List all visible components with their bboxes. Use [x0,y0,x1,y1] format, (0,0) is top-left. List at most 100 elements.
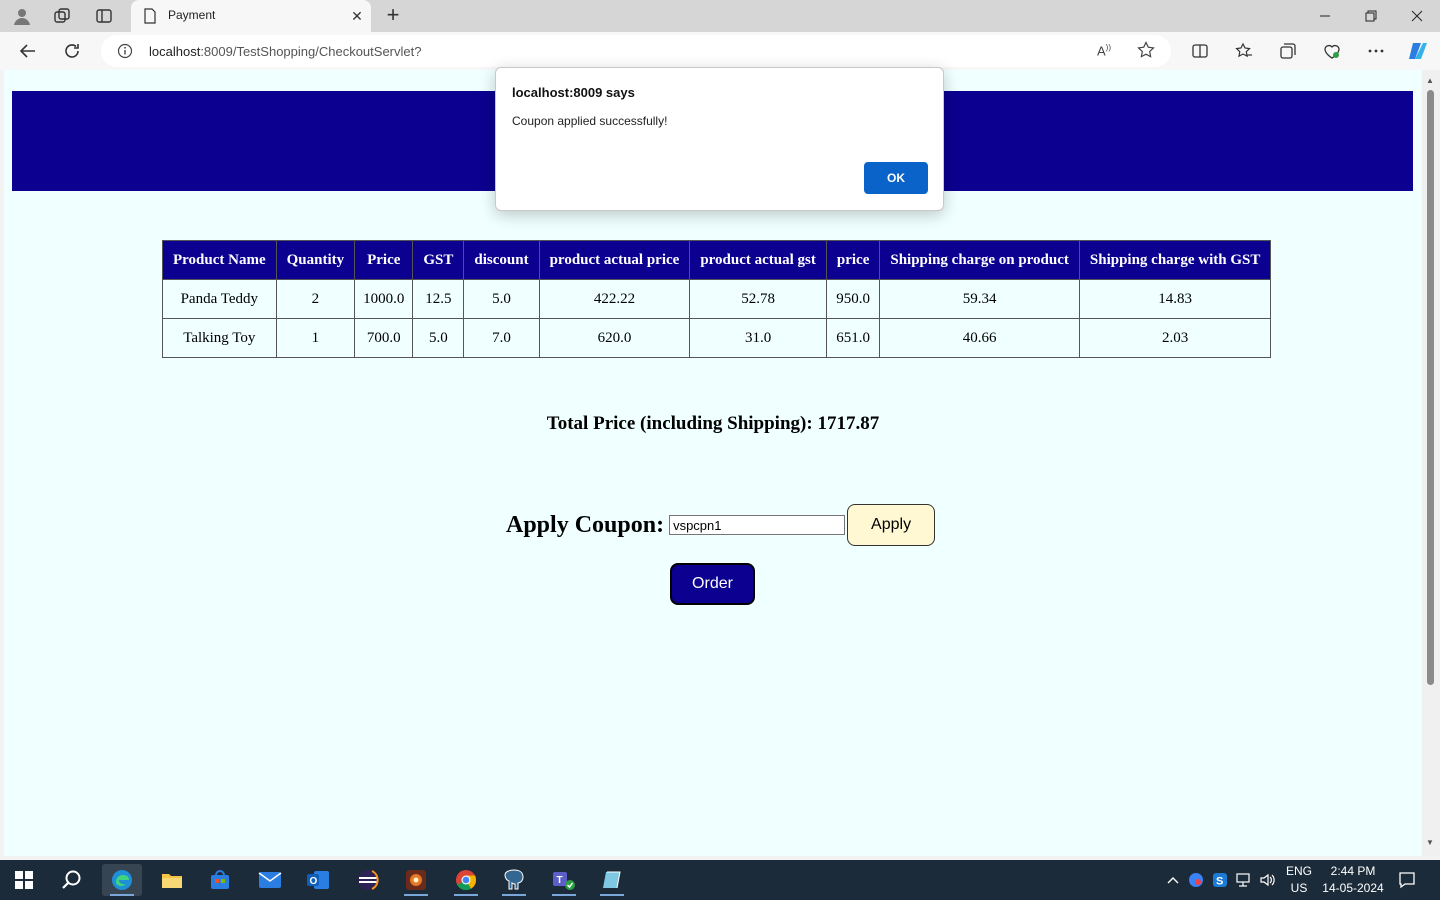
coupon-input[interactable] [669,515,846,535]
browser-title-bar: Payment ✕ + [0,0,1440,32]
tab-payment[interactable]: Payment ✕ [131,0,371,32]
windows-taskbar: O T S ENG US 2:44 PM 14-05-2024 [0,860,1440,900]
apply-coupon-button[interactable]: Apply [847,504,936,546]
outlook-icon[interactable]: O [298,864,338,896]
tab-actions-icon[interactable] [92,4,116,28]
eclipse-icon[interactable] [348,864,388,896]
favorite-star-icon[interactable] [1137,41,1155,64]
col-header: Product Name [162,240,277,280]
table-cell: 5.0 [412,318,465,358]
profile-icon[interactable] [10,4,34,28]
restore-button[interactable] [1348,0,1394,32]
mail-icon[interactable] [250,864,290,896]
table-cell: 12.5 [412,279,465,319]
scroll-down-icon[interactable]: ▼ [1426,838,1434,847]
dialog-title: localhost:8009 says [512,85,635,100]
table-cell: 5.0 [463,279,540,319]
active-indicator [110,894,134,896]
table-cell: 422.22 [538,279,691,319]
search-icon[interactable] [52,864,92,896]
language-code: ENG [1285,864,1312,878]
table-cell: 7.0 [463,318,540,358]
input-language[interactable]: ENG US [1282,864,1316,895]
refresh-button[interactable] [58,37,86,65]
postgres-icon[interactable] [494,864,534,896]
svg-text:T: T [557,875,563,886]
start-icon[interactable] [4,864,44,896]
close-window-button[interactable] [1394,0,1440,32]
cart-table: Product Name Quantity Price GST discount… [162,240,1272,358]
page-scrollbar[interactable]: ▲ ▼ [1422,70,1440,856]
table-cell: 620.0 [538,318,691,358]
total-label: Total Price (including Shipping): [546,413,813,434]
col-header: product actual gst [689,240,827,280]
clock-date: 14-05-2024 [1322,881,1384,895]
split-screen-icon[interactable] [1186,37,1214,65]
skype-tray-icon[interactable]: S [1210,870,1230,890]
dialog-message: Coupon applied successfully! [512,114,668,128]
svg-text:O: O [310,876,318,887]
vpn-globe-icon[interactable] [1186,870,1206,890]
clock-time: 2:44 PM [1330,864,1376,878]
order-button[interactable]: Order [670,563,755,605]
coupon-label: Apply Coupon: [506,511,665,538]
col-header: Price [354,240,414,280]
scroll-thumb[interactable] [1427,90,1434,685]
store-icon[interactable] [200,864,240,896]
show-hidden-icons-chevron-icon[interactable] [1163,870,1183,890]
col-header: product actual price [538,240,691,280]
workspaces-icon[interactable] [50,4,74,28]
tab-title: Payment [168,8,216,22]
col-header: GST [412,240,465,280]
favorites-icon[interactable] [1230,37,1258,65]
address-bar[interactable]: localhost:8009/TestShopping/CheckoutServ… [101,35,1171,67]
page-icon [143,8,157,29]
running-indicator [502,894,526,896]
clock[interactable]: 2:44 PM 14-05-2024 [1318,864,1388,895]
teams-icon[interactable]: T [544,864,584,896]
network-icon[interactable] [1234,870,1254,890]
notifications-icon[interactable] [1397,870,1417,890]
game-app-icon[interactable] [396,864,436,896]
col-header: Quantity [275,240,356,280]
new-tab-button[interactable]: + [381,4,405,28]
notepad-icon[interactable] [592,864,632,896]
collections-icon[interactable] [1274,37,1302,65]
scroll-up-icon[interactable]: ▲ [1426,76,1434,85]
col-header: Shipping charge with GST [1078,240,1272,280]
total-price: Total Price (including Shipping): 1717.8… [4,413,1422,435]
table-row: Talking Toy 1 700.0 5.0 7.0 620.0 31.0 6… [162,318,1272,358]
table-cell: 59.34 [879,279,1080,319]
coupon-form: Apply Coupon: Apply [506,504,936,546]
table-cell: 700.0 [354,318,414,358]
region-code: US [1290,881,1308,895]
browser-toolbar: localhost:8009/TestShopping/CheckoutServ… [0,32,1440,70]
copilot-icon[interactable] [1404,37,1432,65]
table-row: Panda Teddy 2 1000.0 12.5 5.0 422.22 52.… [162,279,1272,319]
read-aloud-icon[interactable]: A)) [1097,43,1111,58]
table-cell: 2.03 [1078,318,1272,358]
running-indicator [454,894,478,896]
url-text[interactable]: localhost:8009/TestShopping/CheckoutServ… [149,44,421,59]
table-cell: 1 [275,318,356,358]
table-cell: 1000.0 [354,279,414,319]
more-options-icon[interactable] [1362,37,1390,65]
volume-icon[interactable] [1258,870,1278,890]
alert-dialog: localhost:8009 says Coupon applied succe… [495,67,944,211]
table-cell: Talking Toy [162,318,277,358]
minimize-button[interactable] [1302,0,1348,32]
col-header: Shipping charge on product [879,240,1080,280]
site-info-icon[interactable] [117,43,133,64]
dialog-ok-button[interactable]: OK [864,162,928,194]
back-button[interactable] [14,37,42,65]
file-explorer-icon[interactable] [152,864,192,896]
running-indicator [552,894,576,896]
chrome-icon[interactable] [446,864,486,896]
col-header: price [825,240,881,280]
col-header: discount [463,240,540,280]
browser-essentials-icon[interactable] [1318,37,1346,65]
table-cell: Panda Teddy [162,279,277,319]
close-tab-icon[interactable]: ✕ [347,6,367,26]
edge-taskbar-icon[interactable] [102,864,142,896]
table-cell: 950.0 [825,279,881,319]
